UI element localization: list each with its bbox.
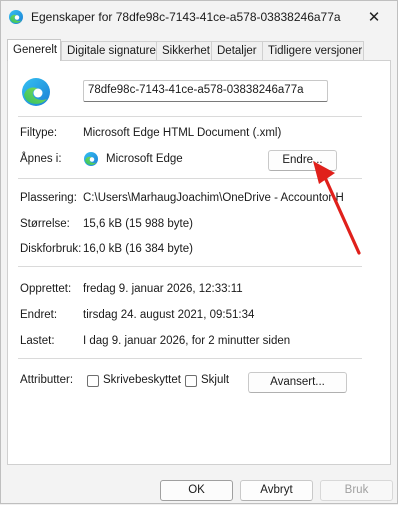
disk-usage-label: Diskforbruk: xyxy=(20,243,82,255)
edge-icon xyxy=(9,10,23,24)
disk-usage-value: 16,0 kB (16 384 byte) xyxy=(83,243,193,255)
tab-generelt[interactable]: Generelt xyxy=(7,39,61,61)
cancel-button[interactable]: Avbryt xyxy=(240,480,313,501)
location-label: Plassering: xyxy=(20,192,77,204)
modified-value: tirsdag 24. august 2021, 09:51:34 xyxy=(83,309,255,321)
modified-label: Endret: xyxy=(20,309,58,321)
created-label: Opprettet: xyxy=(20,283,72,295)
size-value: 15,6 kB (15 988 byte) xyxy=(83,218,193,230)
divider xyxy=(18,178,362,179)
location-value: C:\Users\MarhaugJoachim\OneDrive - Accou… xyxy=(83,192,344,204)
title-bar: Egenskaper for 78dfe98c-7143-41ce-a578-0… xyxy=(1,1,397,33)
apply-button[interactable]: Bruk xyxy=(320,480,393,501)
window-title: Egenskaper for 78dfe98c-7143-41ce-a578-0… xyxy=(31,10,341,24)
tab-sikkerhet[interactable]: Sikkerhet xyxy=(156,41,212,60)
accessed-label: Lastet: xyxy=(20,335,55,347)
file-name-field[interactable]: 78dfe98c-7143-41ce-a578-03838246a77a xyxy=(83,80,328,102)
size-label: Størrelse: xyxy=(20,218,70,230)
created-value: fredag 9. januar 2026, 12:33:11 xyxy=(83,283,243,295)
hidden-checkbox[interactable] xyxy=(185,375,197,387)
accessed-value: I dag 9. januar 2026, for 2 minutter sid… xyxy=(83,335,291,347)
filetype-label: Filtype: xyxy=(20,127,58,139)
readonly-label[interactable]: Skrivebeskyttet xyxy=(103,374,181,386)
hidden-label[interactable]: Skjult xyxy=(201,374,229,386)
divider xyxy=(18,266,362,267)
attributes-label: Attributter: xyxy=(20,374,74,386)
tab-tidligere-versjoner[interactable]: Tidligere versjoner xyxy=(262,41,364,60)
divider xyxy=(18,358,362,359)
general-panel: 78dfe98c-7143-41ce-a578-03838246a77a Fil… xyxy=(7,60,391,465)
close-icon[interactable]: ✕ xyxy=(351,1,397,33)
filetype-value: Microsoft Edge HTML Document (.xml) xyxy=(83,127,282,139)
tab-digitale-signaturer[interactable]: Digitale signaturer xyxy=(61,41,160,60)
divider xyxy=(18,116,362,117)
edge-icon xyxy=(84,152,98,166)
opens-with-value: Microsoft Edge xyxy=(106,153,183,165)
change-button[interactable]: Endre... xyxy=(268,150,337,171)
advanced-button[interactable]: Avansert... xyxy=(248,372,347,393)
properties-window: Egenskaper for 78dfe98c-7143-41ce-a578-0… xyxy=(0,0,398,504)
edge-icon xyxy=(22,78,50,106)
tab-detaljer[interactable]: Detaljer xyxy=(211,41,263,60)
opens-with-label: Åpnes i: xyxy=(20,153,62,165)
ok-button[interactable]: OK xyxy=(160,480,233,501)
readonly-checkbox[interactable] xyxy=(87,375,99,387)
